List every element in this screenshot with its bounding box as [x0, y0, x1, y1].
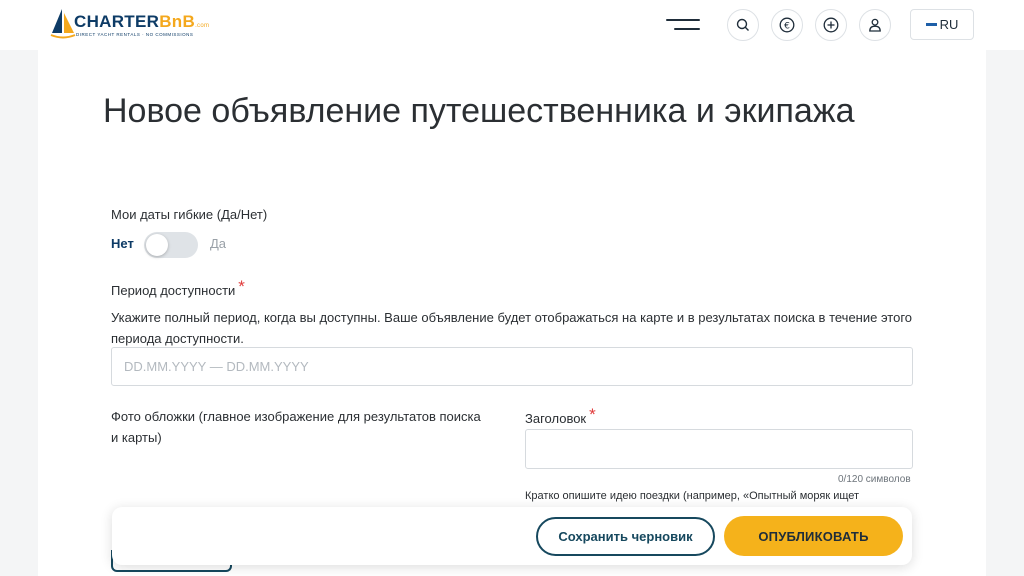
required-marker: *: [238, 277, 245, 296]
publish-button[interactable]: ОПУБЛИКОВАТЬ: [724, 516, 903, 556]
menu-icon[interactable]: [666, 17, 700, 33]
language-label: RU: [939, 17, 959, 32]
search-button[interactable]: [727, 9, 759, 41]
account-button[interactable]: [859, 9, 891, 41]
sail-logo-icon: [50, 9, 76, 39]
page-title: Новое объявление путешественника и экипа…: [103, 92, 855, 130]
search-icon: [736, 18, 749, 31]
action-bar: Сохранить черновик ОПУБЛИКОВАТЬ: [112, 507, 912, 565]
save-draft-button[interactable]: Сохранить черновик: [536, 517, 715, 556]
availability-date-range-input[interactable]: [111, 347, 913, 386]
svg-text:€: €: [784, 22, 790, 32]
headline-hint: Кратко опишите идею поездки (например, «…: [525, 490, 860, 502]
toggle-on-label: Да: [210, 236, 227, 251]
availability-help-text: Укажите полный период, когда вы доступны…: [111, 310, 913, 346]
site-header: CHARTERBnB.com DIRECT YACHT RENTALS · NO…: [0, 0, 1024, 50]
user-icon: [869, 18, 881, 32]
add-listing-button[interactable]: [815, 9, 847, 41]
required-marker: *: [589, 405, 596, 424]
logo-tagline: DIRECT YACHT RENTALS · NO COMMISSIONS: [76, 32, 194, 37]
toggle-off-label: Нет: [111, 236, 134, 251]
flexible-dates-toggle[interactable]: [144, 232, 198, 258]
headline-char-counter: 0/120 символов: [838, 474, 911, 485]
logo[interactable]: CHARTERBnB.com DIRECT YACHT RENTALS · NO…: [50, 7, 210, 41]
headline-label: Заголовок *: [525, 405, 596, 426]
euro-icon: €: [779, 17, 795, 33]
headline-input[interactable]: [525, 429, 913, 469]
availability-label: Период доступности *: [111, 277, 245, 298]
cover-photo-label: Фото обложки (главное изображение для ре…: [111, 409, 481, 445]
add-icon: [823, 17, 839, 33]
toggle-knob: [146, 234, 168, 256]
language-selector[interactable]: RU: [910, 9, 974, 40]
flag-icon: [925, 23, 937, 26]
currency-button[interactable]: €: [771, 9, 803, 41]
flexible-dates-label: Мои даты гибкие (Да/Нет): [111, 207, 268, 222]
logo-wordmark: CHARTERBnB.com: [74, 12, 210, 31]
